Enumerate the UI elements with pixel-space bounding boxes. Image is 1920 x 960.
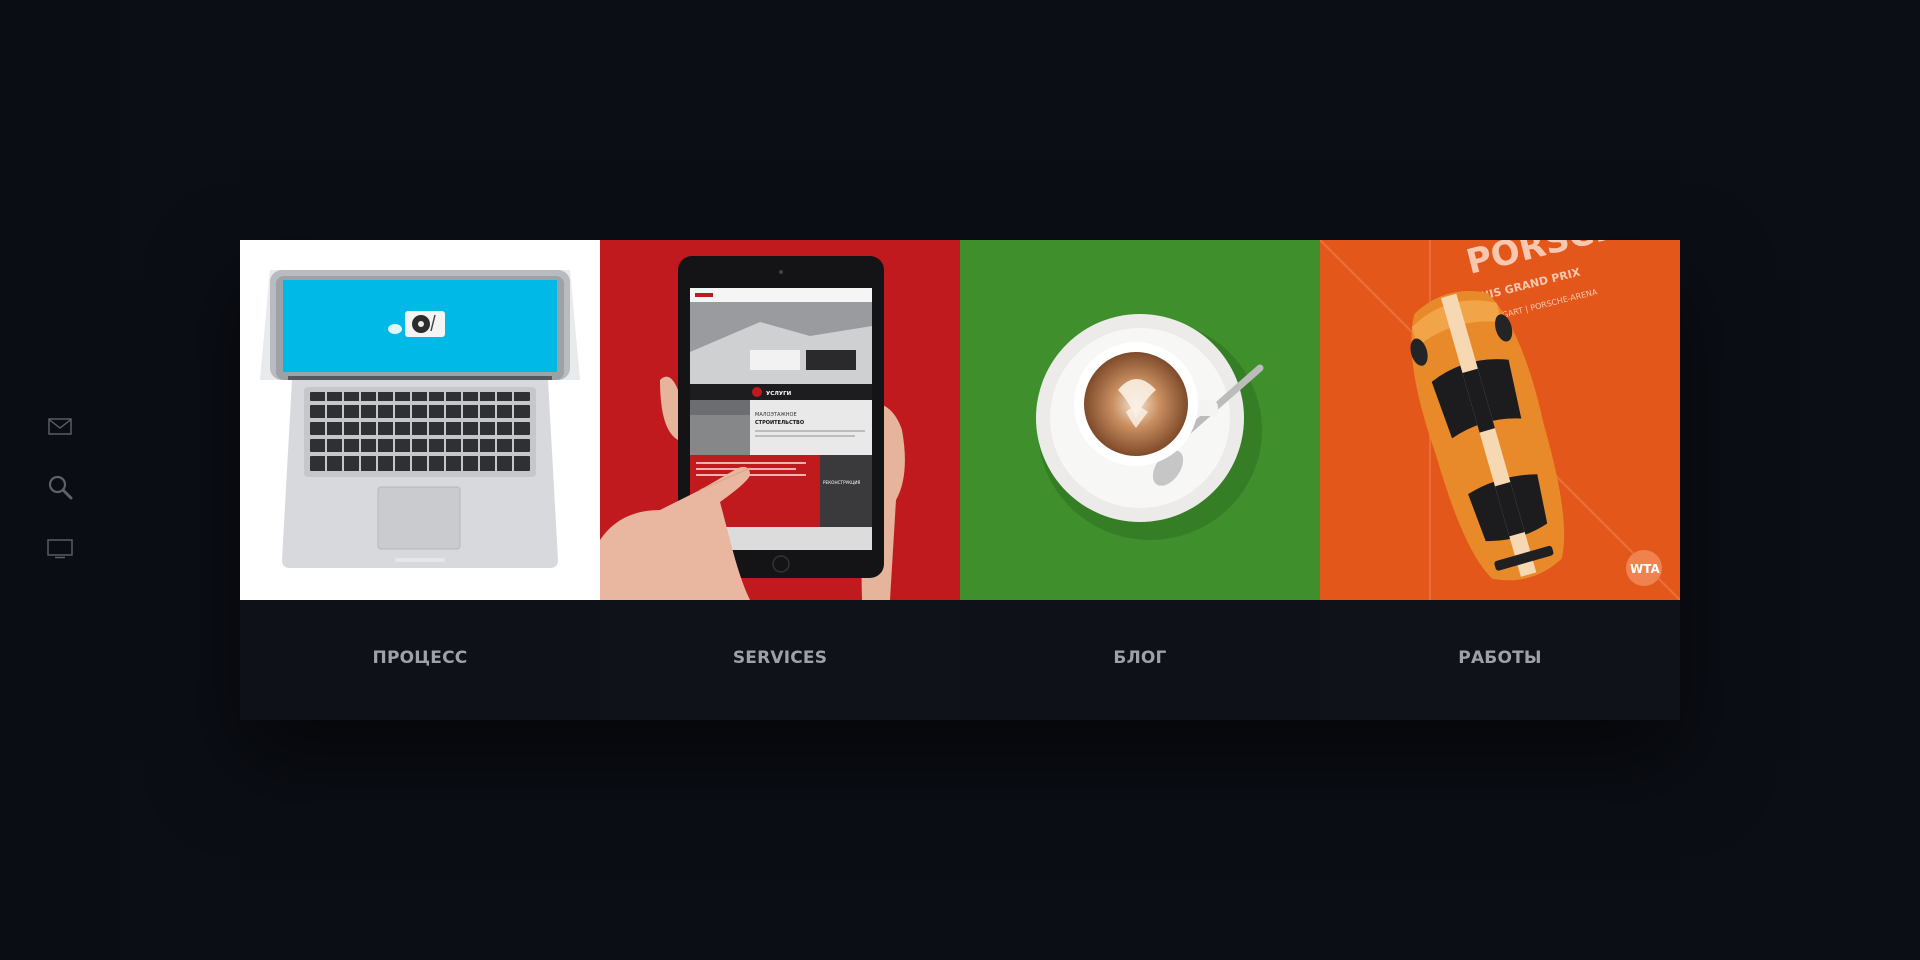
card-works[interactable]: PORSCHE TENNIS GRAND PRIX STUTTGART | PO… bbox=[1320, 240, 1680, 720]
card-caption: SERVICES bbox=[600, 600, 960, 720]
card-blog[interactable]: БЛОГ bbox=[960, 240, 1320, 720]
coffee-image bbox=[960, 240, 1320, 600]
svg-text:СТРОИТЕЛЬСТВО: СТРОИТЕЛЬСТВО bbox=[755, 420, 804, 426]
laptop-image bbox=[240, 240, 600, 600]
card-process[interactable]: ПРОЦЕСС bbox=[240, 240, 600, 720]
card-label-process: ПРОЦЕСС bbox=[372, 648, 468, 668]
page: ПРОЦЕСС УСЛУГИ МАЛОЭТАЖНОЕ СТРОИТЕЛЬСТВО… bbox=[0, 0, 1920, 960]
card-services[interactable]: УСЛУГИ МАЛОЭТАЖНОЕ СТРОИТЕЛЬСТВО РЕКОНСТ… bbox=[600, 240, 960, 720]
card-label-blog: БЛОГ bbox=[1113, 648, 1167, 668]
tablet-image: УСЛУГИ МАЛОЭТАЖНОЕ СТРОИТЕЛЬСТВО РЕКОНСТ… bbox=[600, 240, 960, 600]
card-caption: БЛОГ bbox=[960, 600, 1320, 720]
svg-text:МАЛОЭТАЖНОЕ: МАЛОЭТАЖНОЕ bbox=[755, 412, 797, 418]
card-caption: РАБОТЫ bbox=[1320, 600, 1680, 720]
card-caption: ПРОЦЕСС bbox=[240, 600, 600, 720]
left-sidebar bbox=[0, 0, 120, 960]
svg-text:РЕКОНСТРУКЦИЯ: РЕКОНСТРУКЦИЯ bbox=[823, 480, 861, 485]
sidebar-icons bbox=[46, 412, 74, 595]
sports-car-image: PORSCHE TENNIS GRAND PRIX STUTTGART | PO… bbox=[1320, 240, 1680, 600]
card-label-works: РАБОТЫ bbox=[1458, 648, 1542, 668]
svg-text:УСЛУГИ: УСЛУГИ bbox=[766, 391, 792, 397]
card-label-services: SERVICES bbox=[732, 648, 828, 668]
mail-icon[interactable] bbox=[46, 412, 74, 440]
search-icon[interactable] bbox=[46, 473, 74, 501]
monitor-icon[interactable] bbox=[46, 534, 74, 562]
svg-text:WTA: WTA bbox=[1630, 562, 1660, 576]
section-cards: ПРОЦЕСС УСЛУГИ МАЛОЭТАЖНОЕ СТРОИТЕЛЬСТВО… bbox=[240, 240, 1680, 720]
